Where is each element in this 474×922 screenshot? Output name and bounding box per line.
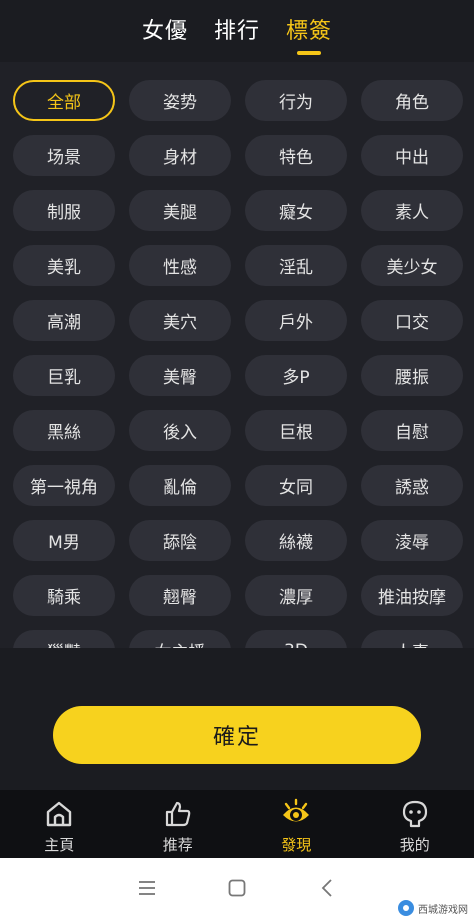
tag-pill[interactable]: 第一視角	[13, 465, 115, 506]
tag-pill[interactable]: 制服	[13, 190, 115, 231]
nav-item-mine[interactable]: 我的	[356, 790, 474, 858]
tab-tags[interactable]: 標簽	[286, 13, 332, 45]
tag-pill[interactable]: M男	[13, 520, 115, 561]
tag-pill[interactable]: 濃厚	[245, 575, 347, 616]
watermark: 西城游戏网	[398, 900, 468, 916]
tag-pill[interactable]: 癡女	[245, 190, 347, 231]
confirm-button[interactable]: 確定	[53, 706, 421, 764]
tag-pill[interactable]: 特色	[245, 135, 347, 176]
tag-pill[interactable]: 高潮	[13, 300, 115, 341]
tag-pill[interactable]: 美乳	[13, 245, 115, 286]
nav-label-discover: 發現	[281, 836, 312, 854]
tag-pill[interactable]: 口交	[361, 300, 463, 341]
nav-item-discover[interactable]: 發現	[237, 790, 356, 858]
tag-pill[interactable]: 美穴	[129, 300, 231, 341]
tag-pill[interactable]: 亂倫	[129, 465, 231, 506]
tag-pill[interactable]: 美少女	[361, 245, 463, 286]
tag-pill[interactable]: 女主播	[129, 630, 231, 648]
menu-icon	[138, 880, 156, 900]
tag-panel: 全部 姿势 行为 角色场景 身材 特色 中出制服 美腿 癡女 素人美乳 性感 淫乱 美少女高潮 美穴 戶外口…	[0, 62, 474, 648]
profile-icon	[399, 798, 431, 830]
tag-pill[interactable]: 人妻	[361, 630, 463, 648]
tag-grid: 全部 姿势 行为 角色场景 身材 特色 中出制服 美腿 癡女 素人美乳 性感 淫乱 美少女高潮 美穴 戶外口…	[13, 80, 463, 648]
nav-label-home: 主頁	[44, 836, 75, 854]
tag-pill[interactable]: 行为	[245, 80, 347, 121]
home-system-button[interactable]	[192, 858, 282, 922]
tag-pill[interactable]: 中出	[361, 135, 463, 176]
tag-pill[interactable]: 淩辱	[361, 520, 463, 561]
tag-pill-all[interactable]: 全部	[13, 80, 115, 121]
tag-pill[interactable]: 素人	[361, 190, 463, 231]
tag-pill[interactable]: 女同	[245, 465, 347, 506]
tag-pill[interactable]: 翹臀	[129, 575, 231, 616]
tag-pill[interactable]: 姿势	[129, 80, 231, 121]
bottom-nav: 主頁 推荐 發現 我的	[0, 790, 474, 858]
tag-pill[interactable]: 自慰	[361, 410, 463, 451]
menu-button[interactable]	[102, 858, 192, 922]
tag-pill[interactable]: 3D	[245, 630, 347, 648]
tag-pill[interactable]: 美臀	[129, 355, 231, 396]
top-tab-bar: 女優 排行 標簽	[0, 0, 474, 58]
tag-pill[interactable]: 誘惑	[361, 465, 463, 506]
back-icon	[321, 879, 333, 901]
confirm-area: 確定	[0, 648, 474, 790]
tag-pill[interactable]: 性感	[129, 245, 231, 286]
tag-pill[interactable]: 後入	[129, 410, 231, 451]
tag-pill[interactable]: 美腿	[129, 190, 231, 231]
watermark-text: 西城游戏网	[418, 904, 468, 916]
tag-pill[interactable]: 舔陰	[129, 520, 231, 561]
tag-pill[interactable]: 推油按摩	[361, 575, 463, 616]
tag-pill[interactable]: 腰振	[361, 355, 463, 396]
tag-pill[interactable]: 戶外	[245, 300, 347, 341]
back-button[interactable]	[282, 858, 372, 922]
nav-item-recommend[interactable]: 推荐	[119, 790, 238, 858]
tag-pill[interactable]: 场景	[13, 135, 115, 176]
tag-pill[interactable]: 獵豔	[13, 630, 115, 648]
tag-pill[interactable]: 淫乱	[245, 245, 347, 286]
tag-pill[interactable]: 黑絲	[13, 410, 115, 451]
tag-pill[interactable]: 絲襪	[245, 520, 347, 561]
tag-pill[interactable]: 角色	[361, 80, 463, 121]
tag-pill[interactable]: 身材	[129, 135, 231, 176]
nav-label-mine: 我的	[399, 836, 430, 854]
eye-icon	[280, 798, 312, 830]
nav-item-home[interactable]: 主頁	[0, 790, 119, 858]
nav-label-recommend: 推荐	[162, 836, 193, 854]
tag-pill[interactable]: 多P	[245, 355, 347, 396]
watermark-logo-icon	[398, 900, 414, 916]
tag-pill[interactable]: 巨根	[245, 410, 347, 451]
home-icon	[43, 798, 75, 830]
tag-pill[interactable]: 巨乳	[13, 355, 115, 396]
home-square-icon	[228, 879, 246, 901]
tab-ranking[interactable]: 排行	[214, 13, 260, 45]
tab-actresses[interactable]: 女優	[142, 13, 188, 45]
system-nav-bar: 西城游戏网	[0, 858, 474, 922]
thumbs-up-icon	[162, 798, 194, 830]
tag-pill[interactable]: 騎乘	[13, 575, 115, 616]
